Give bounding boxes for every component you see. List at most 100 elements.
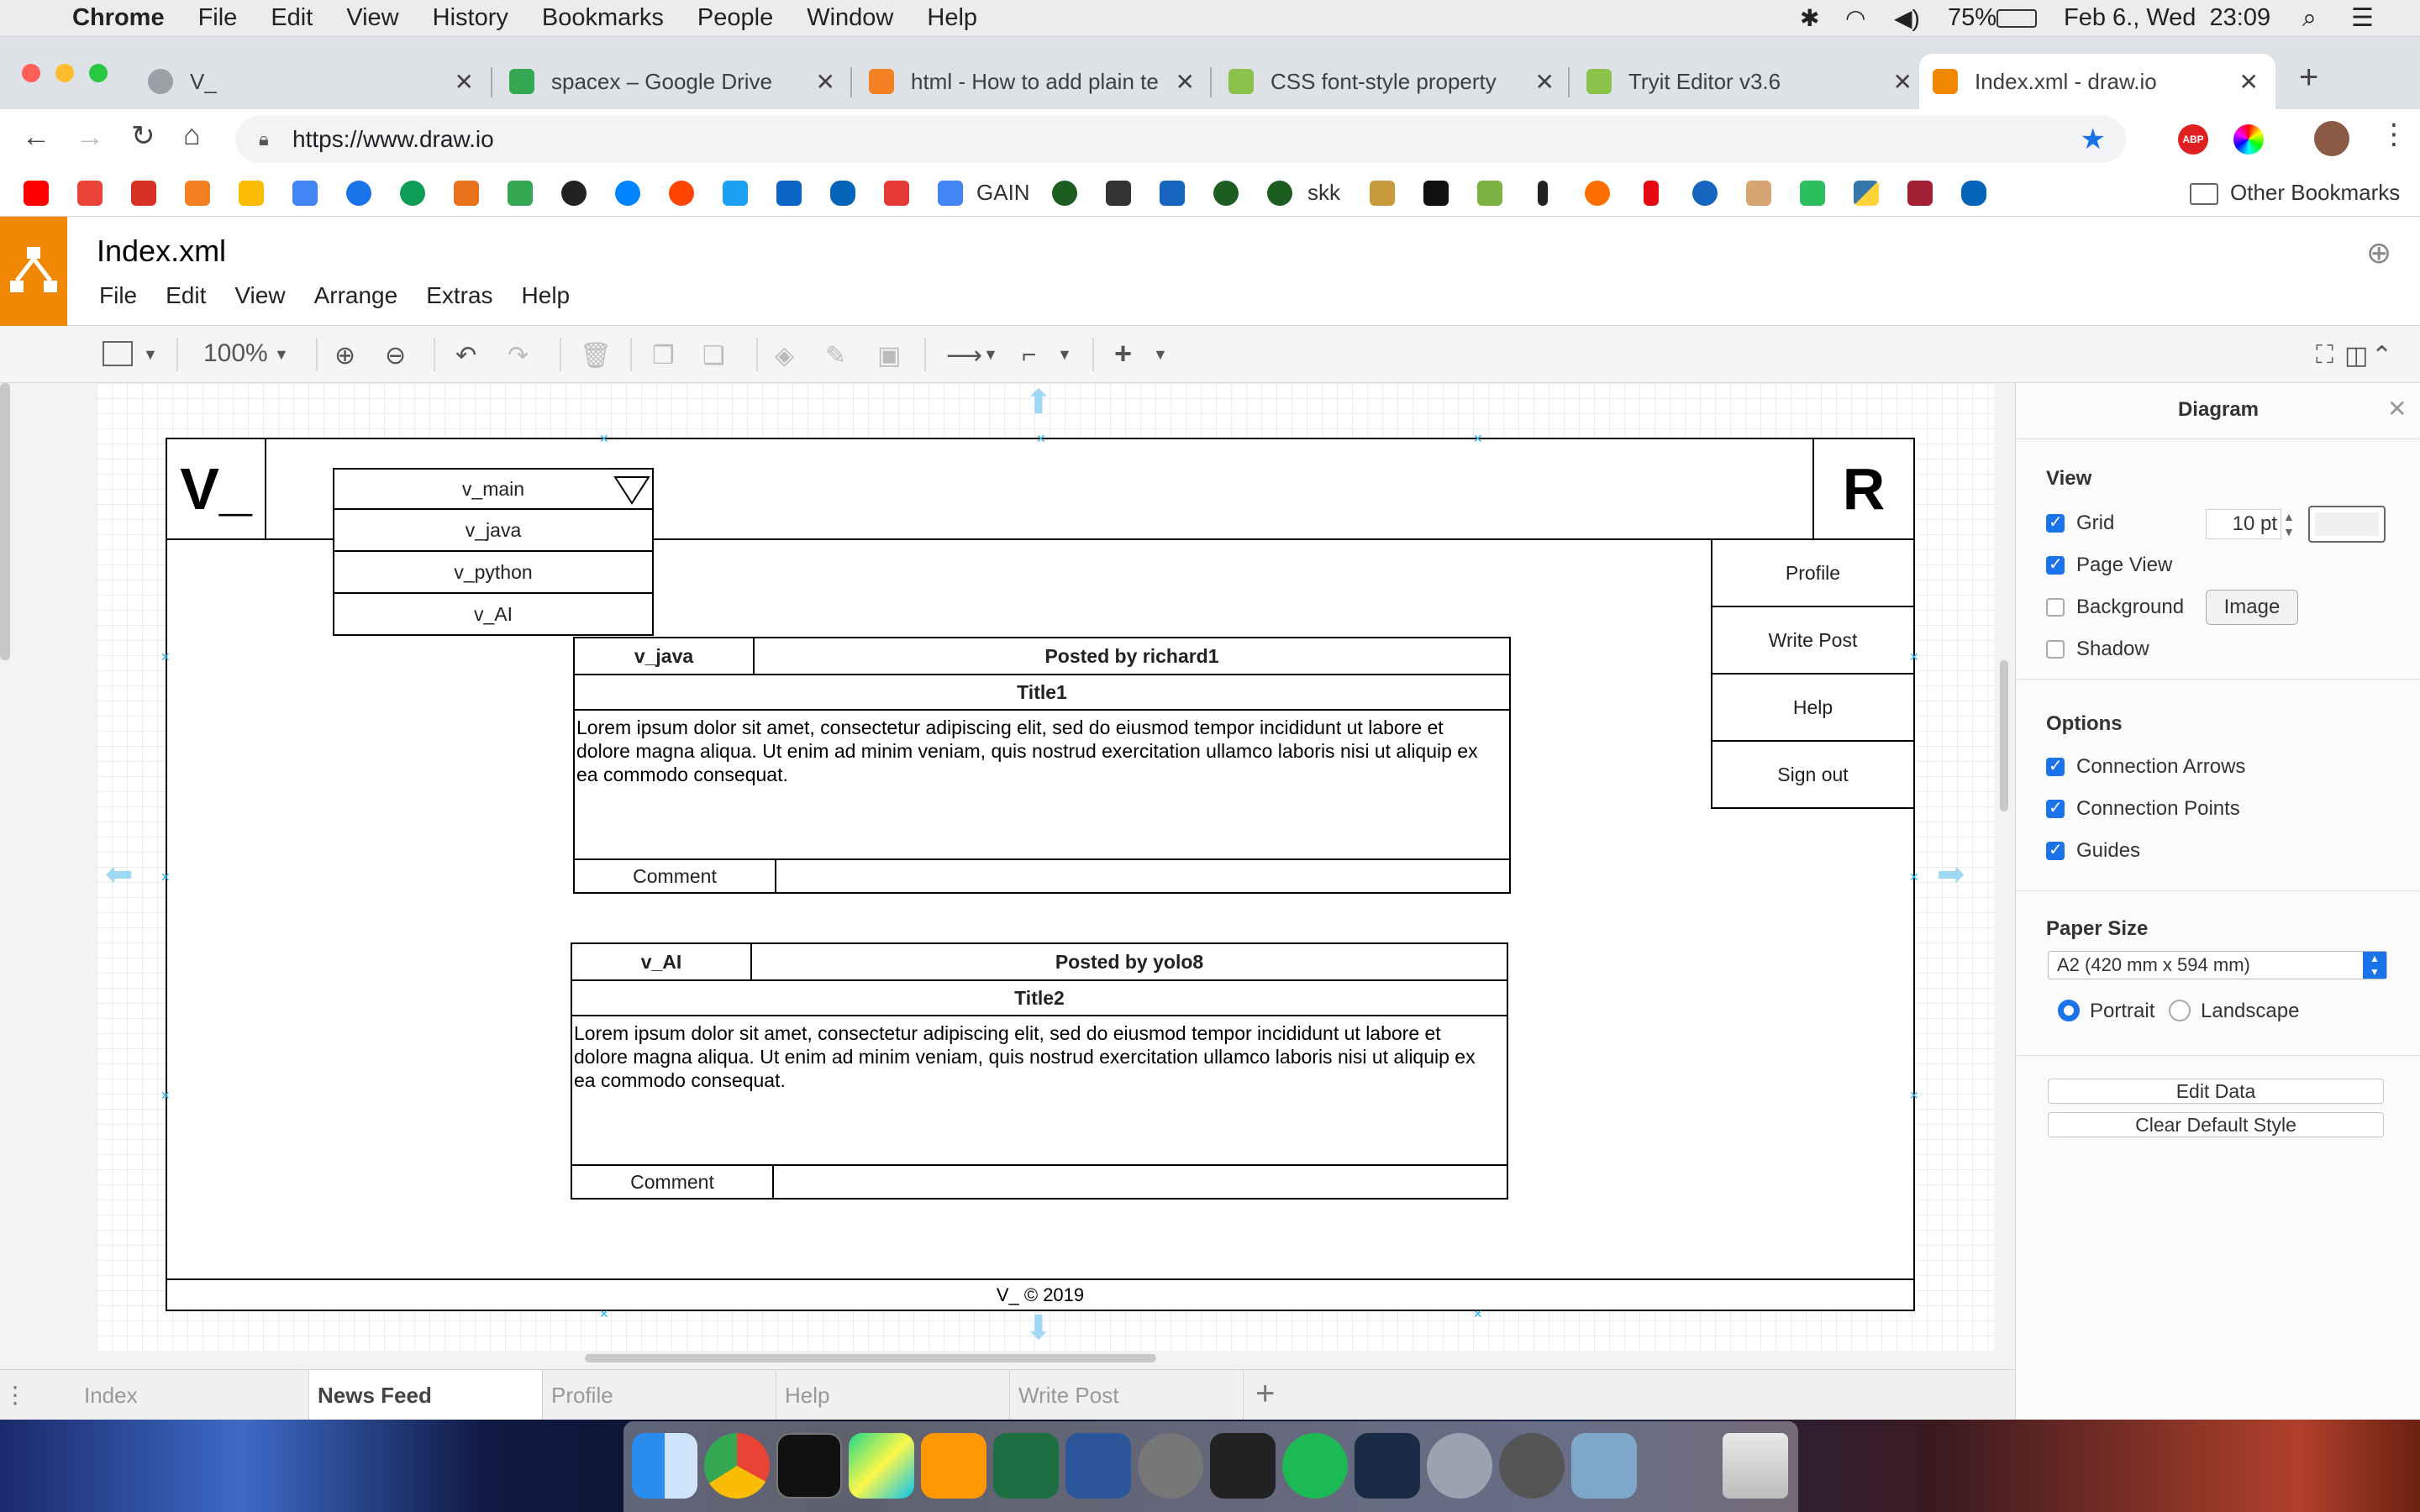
window-minimize-button[interactable]: [55, 64, 74, 82]
gmail-icon[interactable]: [131, 181, 156, 206]
paper-size-select[interactable]: A2 (420 mm x 594 mm) ▲ ▼: [2048, 951, 2387, 979]
page-tab-news-feed[interactable]: News Feed: [309, 1370, 543, 1420]
format-panel-icon[interactable]: ◫: [2344, 341, 2368, 370]
bookmark-icon[interactable]: [1538, 181, 1548, 206]
spinner-icon[interactable]: ▲ ▼: [2283, 509, 2295, 539]
clock[interactable]: Feb 6., Wed 23:09: [2064, 4, 2270, 32]
kindle-icon[interactable]: [1355, 1433, 1420, 1499]
shadow-icon[interactable]: ▣: [877, 341, 901, 370]
menu-file[interactable]: File: [198, 4, 238, 32]
post-category[interactable]: v_AI: [571, 942, 752, 981]
side-menu-write-post[interactable]: Write Post: [1711, 606, 1915, 675]
chrome-icon[interactable]: [704, 1433, 770, 1499]
bookmark-icon[interactable]: [400, 181, 425, 206]
bookmark-gain[interactable]: GAIN: [976, 180, 1030, 206]
resize-handle-icon[interactable]: ✕: [160, 650, 171, 664]
close-icon[interactable]: ✕: [1893, 68, 1912, 96]
drawio-menu-view[interactable]: View: [234, 282, 285, 309]
resize-handle-icon[interactable]: ✕: [599, 1307, 609, 1320]
arrow-left-icon[interactable]: ⬅: [105, 855, 134, 894]
format-panel-toggle-icon[interactable]: [103, 341, 133, 366]
line-color-icon[interactable]: ✎: [825, 341, 846, 370]
grid-size-input[interactable]: 10 pt: [2206, 509, 2281, 539]
language-globe-icon[interactable]: ⊕: [2366, 235, 2391, 270]
dropdown-item[interactable]: v_java: [333, 508, 654, 552]
left-scrollbar[interactable]: [0, 383, 10, 660]
bookmark-icon[interactable]: [884, 181, 909, 206]
menu-view[interactable]: View: [346, 4, 398, 32]
vertical-scrollbar[interactable]: [2000, 660, 2008, 811]
bookmark-icon[interactable]: [1692, 181, 1718, 206]
dropdown-main[interactable]: v_main: [333, 468, 654, 510]
close-icon[interactable]: ✕: [455, 68, 474, 96]
comment-input[interactable]: [772, 1164, 1508, 1200]
python-icon[interactable]: [1854, 181, 1879, 206]
volume-icon[interactable]: ◀): [1894, 4, 1920, 32]
page-view-checkbox[interactable]: [2046, 554, 2065, 575]
arrow-up-icon[interactable]: ⬆: [1024, 383, 1053, 422]
grid-color-swatch[interactable]: [2308, 506, 2386, 543]
close-icon[interactable]: ✕: [816, 68, 835, 96]
side-menu-sign-out[interactable]: Sign out: [1711, 740, 1915, 809]
drawio-menu-edit[interactable]: Edit: [166, 282, 206, 309]
resize-handle-icon[interactable]: ✕: [1036, 432, 1046, 445]
new-tab-button[interactable]: +: [2299, 59, 2318, 97]
grid-checkbox[interactable]: [2046, 512, 2065, 533]
resize-handle-icon[interactable]: ✕: [1909, 650, 1919, 664]
window-close-button[interactable]: [22, 64, 40, 82]
reload-icon[interactable]: ↻: [131, 119, 155, 153]
bookmark-icon[interactable]: [346, 181, 371, 206]
url-input[interactable]: 🔒︎ https://www.draw.io ★: [235, 116, 2126, 163]
tab-tryit-editor[interactable]: Tryit Editor v3.6 ✕: [1573, 54, 1929, 109]
dropdown-item[interactable]: v_python: [333, 550, 654, 594]
to-back-icon[interactable]: ❏: [702, 341, 725, 370]
menu-edit[interactable]: Edit: [271, 4, 313, 32]
word-icon[interactable]: [1065, 1433, 1131, 1499]
bookmark-icon[interactable]: [1423, 181, 1449, 206]
menu-help[interactable]: Help: [927, 4, 977, 32]
tab-drawio[interactable]: Index.xml - draw.io ✕: [1919, 54, 2275, 109]
bookmark-star-icon[interactable]: ★: [2081, 123, 2106, 156]
color-picker-extension-icon[interactable]: [2233, 124, 2264, 155]
resize-handle-icon[interactable]: ✕: [1473, 432, 1483, 445]
bookmark-icon[interactable]: [1267, 181, 1292, 206]
other-bookmarks[interactable]: Other Bookmarks: [2230, 180, 2400, 206]
bookmark-icon[interactable]: [1585, 181, 1610, 206]
onedrive-icon[interactable]: [1961, 181, 1986, 206]
home-icon[interactable]: ⌂: [183, 119, 201, 152]
bookmark-icon[interactable]: [1160, 181, 1185, 206]
user-avatar-box[interactable]: R: [1812, 438, 1915, 540]
preview-icon[interactable]: [1571, 1433, 1637, 1499]
trash-icon[interactable]: [1723, 1433, 1788, 1499]
resize-handle-icon[interactable]: ✕: [1909, 1089, 1919, 1102]
delete-icon[interactable]: 🗑︎: [580, 341, 612, 370]
edit-data-button[interactable]: Edit Data: [2048, 1079, 2384, 1104]
spotify-icon[interactable]: [1282, 1433, 1348, 1499]
side-menu-profile[interactable]: Profile: [1711, 538, 1915, 607]
tab-css-font-style[interactable]: CSS font-style property ✕: [1215, 54, 1571, 109]
connection-points-checkbox[interactable]: [2046, 797, 2065, 818]
reddit-icon[interactable]: [669, 181, 694, 206]
app-menu-chrome[interactable]: Chrome: [72, 4, 165, 32]
back-icon[interactable]: ←: [22, 121, 50, 154]
background-checkbox[interactable]: [2046, 598, 2065, 617]
page-tab-help[interactable]: Help: [776, 1370, 1010, 1420]
site-logo[interactable]: V_: [166, 438, 266, 540]
drawio-menu-file[interactable]: File: [99, 282, 137, 309]
image-button[interactable]: Image: [2206, 590, 2298, 625]
system-preferences-icon[interactable]: [1138, 1433, 1203, 1499]
launchpad-icon[interactable]: [1427, 1433, 1492, 1499]
drawio-menu-help[interactable]: Help: [522, 282, 571, 309]
bookmark-icon[interactable]: [1477, 181, 1502, 206]
excel-icon[interactable]: [993, 1433, 1059, 1499]
portrait-radio[interactable]: [2058, 1000, 2080, 1021]
arrow-down-icon[interactable]: ⬇: [1024, 1309, 1053, 1347]
resize-handle-icon[interactable]: ✕: [160, 1089, 171, 1102]
spotlight-search-icon[interactable]: ⌕: [2302, 4, 2317, 33]
connection-arrow-icon[interactable]: ⟶: [946, 341, 982, 370]
undo-icon[interactable]: ↶: [455, 341, 476, 370]
post-author[interactable]: Posted by yolo8: [750, 942, 1508, 981]
sequel-pro-icon[interactable]: [1499, 1433, 1565, 1499]
battery-icon[interactable]: [1996, 8, 2037, 28]
close-icon[interactable]: ✕: [2239, 68, 2259, 96]
